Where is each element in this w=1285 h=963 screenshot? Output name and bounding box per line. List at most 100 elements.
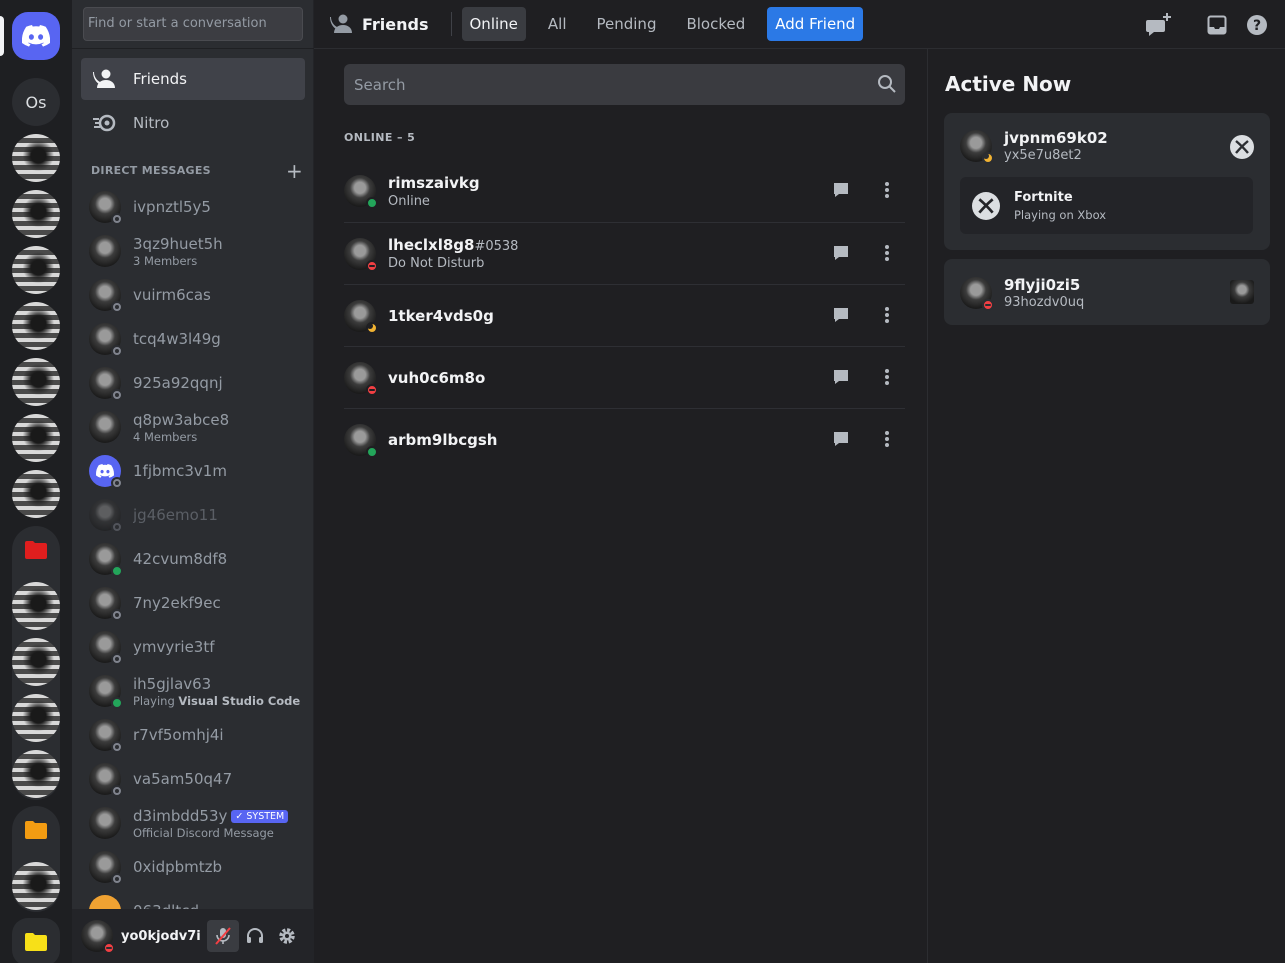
nav-nitro[interactable]: Nitro [81,102,305,144]
server-icon[interactable] [12,246,60,294]
friends-search-input[interactable]: Search [344,64,905,105]
server-folder-red[interactable] [12,526,60,800]
dm-name: vuirm6cas [133,286,211,304]
activity-thumbnail [1230,280,1254,304]
conversation-search[interactable]: Find or start a conversation [83,7,303,41]
message-button[interactable] [823,421,859,457]
user-avatar[interactable] [81,920,115,954]
dm-item[interactable]: r7vf5omhj4i [81,714,305,756]
dm-item[interactable]: q8pw3abce8 4 Members [81,406,305,448]
dm-item[interactable]: 1fjbmc3v1m [81,450,305,492]
friend-row[interactable]: arbm9lbcgsh [344,408,905,470]
avatar [89,851,123,885]
server-icon[interactable] [12,302,60,350]
dm-name: 1fjbmc3v1m [133,462,227,480]
dm-item[interactable]: ymvyrie3tf [81,626,305,668]
game-activity[interactable]: Fortnite Playing on Xbox [960,177,1253,234]
more-options-button[interactable] [869,359,905,395]
avatar [89,763,123,797]
tab-blocked[interactable]: Blocked [678,7,753,41]
server-icon[interactable] [12,358,60,406]
status-indicator [111,389,123,401]
inbox-icon [1207,15,1227,35]
friend-row[interactable]: lheclxl8g8#0538 Do Not Disturb [344,222,905,284]
friend-name: vuh0c6m8o [388,368,486,387]
dm-item[interactable]: jg46emo11 [81,494,305,536]
server-icon[interactable] [12,470,60,518]
avatar [89,895,121,909]
nav-friends[interactable]: Friends [81,58,305,100]
dm-sidebar: Find or start a conversation Friends Nit… [72,0,314,963]
active-now-card[interactable]: jvpnm69k02 yx5e7u8et2 Fortnite Playing on … [944,113,1270,250]
tab-pending[interactable]: Pending [589,7,665,41]
username[interactable]: yo0kjodv7i [121,929,207,944]
help-button[interactable]: ? [1244,12,1270,38]
dm-name: 925a92qqnj [133,374,223,392]
server-icon[interactable] [12,582,60,630]
server-icon[interactable] [12,190,60,238]
more-options-button[interactable] [869,235,905,271]
server-icon[interactable] [12,862,60,910]
chat-bubble-icon [834,183,848,197]
friend-row[interactable]: rimszaivkg Online [344,160,905,222]
dm-item[interactable]: 3qz9huet5h 3 Members [81,230,305,272]
inbox-button[interactable] [1204,12,1230,38]
tab-online[interactable]: Online [461,7,526,41]
online-count-header: ONLINE – 5 [344,131,416,144]
dm-name: r7vf5omhj4i [133,726,224,744]
dm-item[interactable]: 7ny2ekf9ec [81,582,305,624]
friend-row[interactable]: 1tker4vds0g [344,284,905,346]
status-indicator [111,521,123,533]
nav-label: Friends [133,70,187,88]
dm-item[interactable]: d3imbdd53y ✓ SYSTEM Official Discord Messa… [81,802,305,844]
friend-row[interactable]: vuh0c6m8o [344,346,905,408]
server-folder-yellow[interactable] [12,918,60,963]
dm-item[interactable]: va5am50q47 [81,758,305,800]
add-friend-button[interactable]: Add Friend [767,7,864,41]
server-icon[interactable] [12,414,60,462]
deafen-button[interactable] [239,920,271,952]
status-indicator [366,259,378,272]
message-button[interactable] [823,235,859,271]
dm-name: jg46emo11 [133,506,218,524]
more-vertical-icon [885,369,889,385]
dm-item[interactable]: ih5gjlav63 Playing Visual Studio Code [81,670,305,712]
active-now-card[interactable]: 9flyji0zi5 93hozdv0uq [944,259,1270,325]
message-button[interactable] [823,297,859,333]
settings-button[interactable] [271,920,303,952]
server-icon[interactable] [12,750,60,798]
server-icon[interactable] [12,134,60,182]
active-user: 9flyji0zi5 93hozdv0uq [960,276,1084,311]
server-os[interactable]: Os [12,78,60,126]
mute-button[interactable] [207,920,239,952]
home-button[interactable] [12,12,60,60]
dm-item[interactable]: vuirm6cas [81,274,305,316]
chat-bubble-icon [834,370,848,384]
more-options-button[interactable] [869,297,905,333]
tab-all[interactable]: All [540,7,575,41]
status-indicator [103,942,115,954]
dm-item[interactable]: tcq4w3l49g [81,318,305,360]
headphones-icon [247,928,263,943]
active-user: jvpnm69k02 yx5e7u8et2 [960,129,1108,164]
more-options-button[interactable] [869,421,905,457]
dm-item[interactable]: 063dltcd [81,890,305,909]
message-button[interactable] [823,359,859,395]
dm-item[interactable]: ivpnztl5y5 [81,186,305,228]
dm-item[interactable]: 0xidpbmtzb [81,846,305,888]
status-indicator [111,741,123,753]
message-button[interactable] [823,172,859,208]
new-group-dm-button[interactable] [1146,12,1172,38]
dm-name: q8pw3abce8 [133,410,230,429]
friend-status-text: Online [388,193,430,209]
dm-item[interactable]: 42cvum8df8 [81,538,305,580]
search-icon [877,74,897,98]
create-dm-plus-icon[interactable]: + [286,159,303,183]
dm-name: 3qz9huet5h [133,234,223,253]
dm-item[interactable]: 925a92qqnj [81,362,305,404]
more-options-button[interactable] [869,172,905,208]
server-icon[interactable] [12,638,60,686]
server-folder-orange[interactable] [12,806,60,912]
divider [450,12,452,36]
server-icon[interactable] [12,694,60,742]
